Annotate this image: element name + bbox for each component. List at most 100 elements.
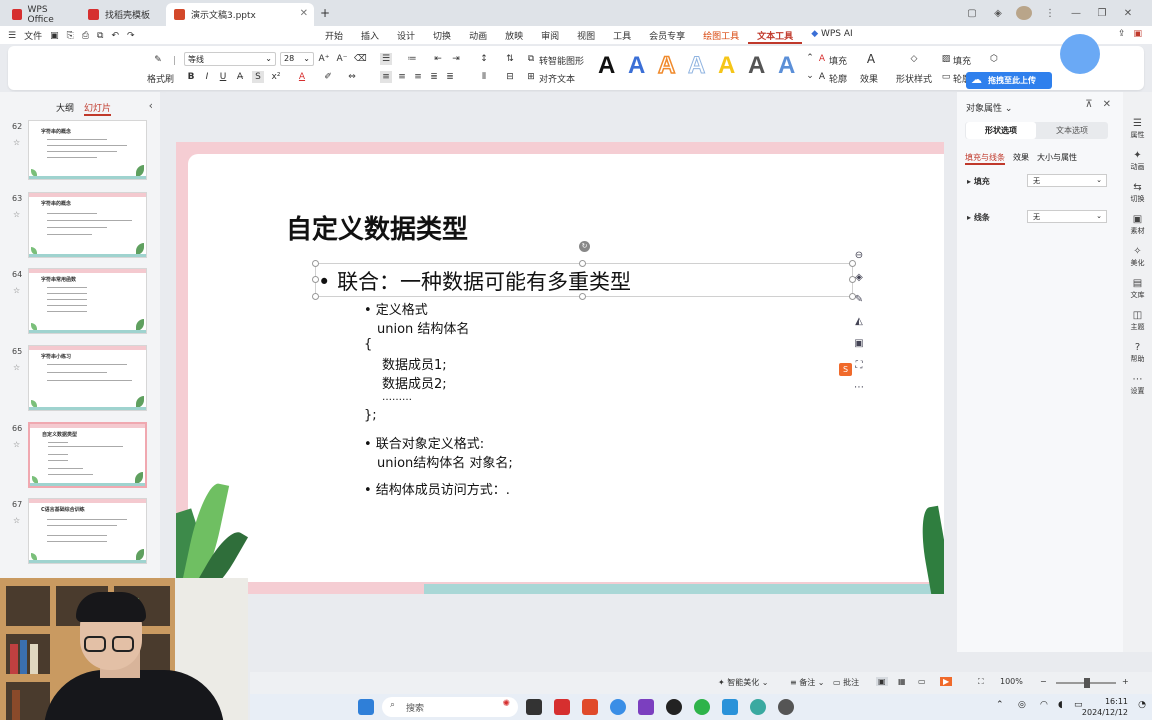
body-line[interactable]: ……… <box>382 392 412 403</box>
wps-assistant-icon[interactable]: S <box>839 363 852 376</box>
star-icon[interactable]: ☆ <box>13 440 20 449</box>
app-icon[interactable] <box>750 699 766 715</box>
current-slide[interactable]: 自定义数据类型 ↻ • 联合：一种数据可能有多重类型 • 定义格式 union … <box>176 142 944 594</box>
superscript-icon[interactable]: x² <box>270 71 282 83</box>
comments-button[interactable]: ▭ 批注 <box>833 677 859 688</box>
star-icon[interactable]: ☆ <box>13 516 20 525</box>
format-painter-button[interactable]: 格式刷 <box>147 72 174 85</box>
layers-icon[interactable]: ◈ <box>850 272 868 286</box>
fill-section[interactable]: ▸ 填充 <box>967 176 990 187</box>
close-icon[interactable]: ✕ <box>300 8 308 19</box>
tab-wps-office[interactable]: WPS Office <box>4 3 78 26</box>
drag-upload-button[interactable]: ☁ 拖拽至此上传 <box>966 72 1052 89</box>
minimize-icon[interactable]: — <box>1068 8 1084 19</box>
align-text-icon[interactable]: ⊞ <box>525 71 537 83</box>
decrease-indent-icon[interactable]: ⇤ <box>432 53 444 65</box>
line-section[interactable]: ▸ 线条 <box>967 212 990 223</box>
text-options-tab[interactable]: 文本选项 <box>1037 122 1107 139</box>
menu-review[interactable]: 审阅 <box>532 29 568 44</box>
increase-indent-icon[interactable]: ⇥ <box>450 53 462 65</box>
menu-wps-ai[interactable]: ◆ WPS AI <box>802 29 862 44</box>
star-icon[interactable]: ☆ <box>13 210 20 219</box>
effect-tab[interactable]: 效果 <box>1013 152 1029 165</box>
notification-icon[interactable]: ◔ <box>1138 700 1146 710</box>
volume-icon[interactable]: ◖ <box>1058 700 1063 710</box>
size-property-tab[interactable]: 大小与属性 <box>1037 152 1077 165</box>
maximize-icon[interactable]: ❐ <box>1094 8 1110 19</box>
skin-icon[interactable]: ◈ <box>990 8 1006 19</box>
crop-icon[interactable]: ⛶ <box>850 360 868 374</box>
sidebar-item-material[interactable]: ▣ 素材 <box>1123 214 1152 236</box>
tray-chevron-icon[interactable]: ⌃ <box>996 700 1004 710</box>
member-icon[interactable]: ▣ <box>1133 29 1142 39</box>
notes-button[interactable]: ≡ 备注 ⌄ <box>790 677 825 688</box>
fill-bucket-icon[interactable]: ◭ <box>850 316 868 330</box>
smart-shape-icon[interactable]: ⧉ <box>525 53 537 65</box>
char-spacing-icon[interactable]: ⇔ <box>346 71 358 83</box>
shadow-icon[interactable]: S <box>252 71 264 83</box>
align-text-button[interactable]: 对齐文本 <box>539 72 575 85</box>
shape-fill-icon[interactable]: ▨ <box>940 53 952 65</box>
qq-icon[interactable] <box>666 699 682 715</box>
tab-outline[interactable]: 大纲 <box>56 101 74 116</box>
slide-thumbnail-64[interactable]: 64 ☆ 字符串常用函数 <box>0 268 160 340</box>
body-line[interactable]: • 定义格式 <box>364 299 428 318</box>
body-line[interactable]: }; <box>364 408 377 423</box>
sidebar-item-theme[interactable]: ◫ 主题 <box>1123 310 1152 332</box>
vertical-align-icon[interactable]: ⊟ <box>504 71 516 83</box>
text-outline-icon[interactable]: A <box>816 71 828 83</box>
align-center-icon[interactable]: ≡ <box>396 71 408 83</box>
line-select[interactable]: 无 ⌄ <box>1027 210 1107 223</box>
slide-thumbnail-63[interactable]: 63 ☆ 字符串的概念 <box>0 192 160 264</box>
collapse-icon[interactable]: ⊖ <box>850 250 868 264</box>
font-name-select[interactable]: 等线 ⌄ <box>184 52 276 66</box>
body-line[interactable]: • 结构体成员访问方式：. <box>364 479 510 498</box>
align-right-icon[interactable]: ≡ <box>412 71 424 83</box>
rotate-handle-icon[interactable]: ↻ <box>579 241 590 252</box>
strikethrough-icon[interactable]: A̶ <box>234 71 246 83</box>
settings-gear-icon[interactable] <box>778 699 794 715</box>
font-grow-icon[interactable]: A⁺ <box>318 53 330 65</box>
menu-drawing-tools[interactable]: 绘图工具 <box>694 29 748 44</box>
image-icon[interactable]: ▣ <box>850 338 868 352</box>
panel-title[interactable]: 对象属性 ⌄ <box>966 101 1012 114</box>
collapse-panel-icon[interactable]: ‹ <box>149 99 153 112</box>
slide-title[interactable]: 自定义数据类型 <box>286 209 468 246</box>
slide-thumbnail-65[interactable]: 65 ☆ 字符串小练习 <box>0 345 160 417</box>
preview-icon[interactable]: ⧉ <box>97 31 103 41</box>
shape-fill-button[interactable]: 填充 <box>953 54 971 67</box>
star-icon[interactable]: ☆ <box>13 138 20 147</box>
bullet-list-icon[interactable]: ☰ <box>380 53 392 65</box>
sidebar-item-library[interactable]: ▤ 文库 <box>1123 278 1152 300</box>
normal-view-icon[interactable]: ▣ <box>876 677 888 686</box>
save-icon[interactable]: ▣ <box>50 31 59 41</box>
format-painter-icon[interactable]: ✎ <box>152 54 164 66</box>
smart-beautify-button[interactable]: ✦ 智能美化 ⌄ <box>718 677 769 688</box>
layout-icon[interactable]: ▢ <box>964 8 980 19</box>
wordart-style-6[interactable]: A <box>748 52 765 80</box>
font-shrink-icon[interactable]: A⁻ <box>336 53 348 65</box>
shape-style-button[interactable]: 形状样式 <box>896 72 932 85</box>
body-line[interactable]: { <box>364 337 372 352</box>
zoom-in-icon[interactable]: + <box>1122 677 1129 686</box>
wordart-down-icon[interactable]: ⌄ <box>804 70 816 82</box>
clear-format-icon[interactable]: ⌫ <box>354 53 367 65</box>
wordart-style-5[interactable]: A <box>718 52 735 80</box>
sidebar-item-help[interactable]: ? 帮助 <box>1123 342 1152 364</box>
taskbar-search[interactable]: ⌕ 搜索 ✺ <box>382 697 518 717</box>
export-icon[interactable]: ⎘ <box>67 31 74 41</box>
more-options-icon[interactable]: ⋯ <box>850 382 868 396</box>
new-tab-icon[interactable]: + <box>320 6 330 20</box>
body-line[interactable]: 数据成员1; <box>382 354 447 373</box>
wordart-style-1[interactable]: A <box>598 52 615 80</box>
menu-member[interactable]: 会员专享 <box>640 29 694 44</box>
slide-thumbnail-62[interactable]: 62 ☆ 字符串的概念 <box>0 120 160 192</box>
close-panel-icon[interactable]: ✕ <box>1103 99 1111 110</box>
taskview-icon[interactable] <box>526 699 542 715</box>
text-effect-button[interactable]: 效果 <box>860 72 878 85</box>
wechat-icon[interactable] <box>694 699 710 715</box>
slide-sorter-icon[interactable]: ▦ <box>898 677 906 686</box>
fill-line-tab[interactable]: 填充与线条 <box>965 152 1005 165</box>
wordart-style-7[interactable]: A <box>778 52 795 80</box>
menu-start[interactable]: 开始 <box>316 29 352 44</box>
